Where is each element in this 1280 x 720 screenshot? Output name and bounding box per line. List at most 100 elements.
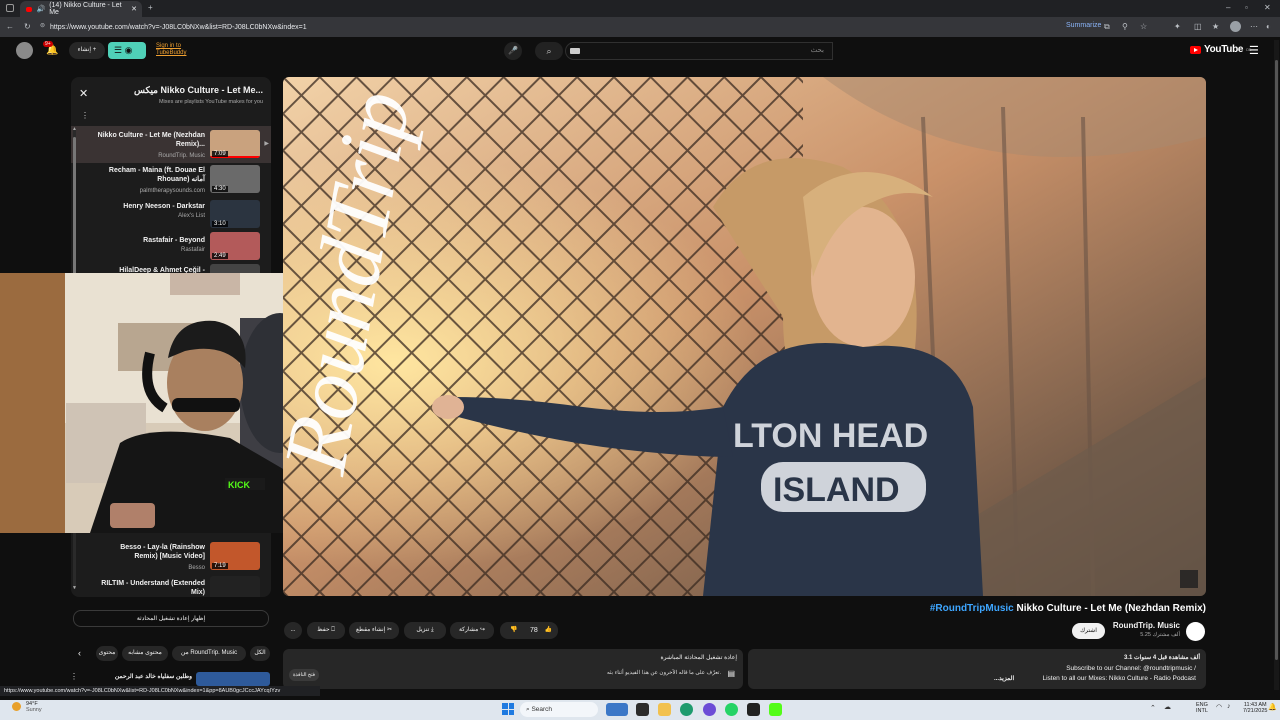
network-icon[interactable]: ☁ xyxy=(1164,703,1171,711)
whatsapp-icon[interactable] xyxy=(725,703,738,716)
chip-all[interactable]: الكل xyxy=(250,646,270,661)
chip-similar[interactable]: محتوى مشابه xyxy=(122,646,168,661)
language-indicator[interactable]: ENG INTL xyxy=(1196,702,1208,714)
playlist-item[interactable]: 4:30 Recham - Maina (ft. Douae El Rhouan… xyxy=(71,165,271,197)
bookmark-star-icon[interactable]: ☆ xyxy=(1140,20,1147,33)
edge-browser-icon[interactable] xyxy=(680,703,693,716)
speaker-icon[interactable]: 🔊 xyxy=(36,5,45,13)
like-icon[interactable]: 👍 xyxy=(545,622,552,639)
account-avatar[interactable] xyxy=(16,42,33,59)
favorites-icon[interactable]: ★ xyxy=(1212,20,1219,33)
browser-tab[interactable]: 🔊 (14) Nikko Culture - Let Me ✕ xyxy=(20,1,142,17)
clock[interactable]: 11:43 AM 7/21/2025 xyxy=(1243,702,1267,714)
hashtag-link[interactable]: #RoundTripMusic xyxy=(930,603,1014,614)
clip-button[interactable]: إنشاء مقطع ✂ xyxy=(349,622,399,639)
close-tab-icon[interactable]: ✕ xyxy=(131,5,137,13)
system-tray-chevron-icon[interactable]: ⌃ xyxy=(1150,704,1156,712)
download-button[interactable]: تنزيل ⤓ xyxy=(404,622,446,639)
chip-from-channel[interactable]: من RoundTrip. Music xyxy=(172,646,246,661)
show-chat-replay-button[interactable]: إظهار إعادة تشغيل المحادثة xyxy=(73,610,269,627)
create-label: إنشاء xyxy=(77,47,92,53)
reload-icon[interactable]: ↻ xyxy=(24,20,31,33)
dislike-icon[interactable]: 👎 xyxy=(510,622,517,639)
close-window-icon[interactable]: ✕ xyxy=(1264,1,1271,14)
signin-line2: TubeBuddy xyxy=(156,50,187,56)
show-more-link[interactable]: ...المزيد xyxy=(994,675,1014,682)
url-field[interactable]: https://www.youtube.com/watch?v=-J08LC0b… xyxy=(50,21,1100,34)
youtube-logo-text: YouTube xyxy=(1204,44,1244,55)
subscribe-button[interactable]: اشترك xyxy=(1072,623,1105,639)
profile-avatar[interactable] xyxy=(1230,21,1241,32)
recommended-title[interactable]: وطلبن سفلياه خالد عبد الرحمن xyxy=(90,673,192,680)
voice-search-button[interactable]: 🎤 xyxy=(504,42,522,60)
minimize-icon[interactable]: – xyxy=(1226,1,1230,14)
obs-icon[interactable] xyxy=(747,703,760,716)
live-chat-replay-box: إعادة تشغيل المحادثة المباشرة ▤ تعرّف عل… xyxy=(283,649,743,689)
browser-tab-bar: 🔊 (14) Nikko Culture - Let Me ✕ + – ▫ ✕ xyxy=(0,0,1280,17)
new-tab-icon[interactable]: + xyxy=(148,1,153,14)
tab-actions-icon[interactable] xyxy=(6,4,14,12)
weather-desc: Sunny xyxy=(26,707,42,713)
status-bar-url: https://www.youtube.com/watch?v=-J08LC0b… xyxy=(0,686,320,696)
youtube-favicon-icon xyxy=(26,6,33,12)
share-button[interactable]: مشاركة ↪ xyxy=(450,622,494,639)
recommended-more-icon[interactable]: ⋮ xyxy=(70,672,78,681)
close-playlist-icon[interactable]: ✕ xyxy=(79,87,88,100)
playlist-item-title: Rastafair - Beyond xyxy=(143,237,205,244)
extensions-icon[interactable]: ✦ xyxy=(1174,20,1181,33)
save-button[interactable]: حفظ ⎕ xyxy=(307,622,345,639)
search-button[interactable]: ⌕ xyxy=(535,42,563,60)
channel-avatar[interactable] xyxy=(1186,622,1205,641)
download-label: تنزيل xyxy=(416,627,430,633)
widgets-icon[interactable] xyxy=(606,703,628,716)
file-explorer-icon[interactable] xyxy=(658,703,671,716)
keyboard-icon[interactable] xyxy=(570,48,580,54)
wifi-icon[interactable]: ◠ xyxy=(1216,703,1222,711)
video-player[interactable]: LTON HEAD ISLAND RoundTrip xyxy=(283,77,1206,596)
maximize-icon[interactable]: ▫ xyxy=(1245,1,1248,14)
extension-icon[interactable]: ⧉ xyxy=(1104,20,1110,33)
kick-app-icon[interactable] xyxy=(769,703,782,716)
create-button[interactable]: إنشاء + xyxy=(69,42,105,59)
playlist-item[interactable]: RILTIM - Understand (Extended Mix) xyxy=(71,576,271,597)
playlist-more-icon[interactable]: ⋮ xyxy=(81,111,89,120)
messenger-icon[interactable] xyxy=(703,703,716,716)
taskbar-search[interactable]: ⌕ Search xyxy=(520,702,598,717)
open-panel-button[interactable]: فتح النافذة xyxy=(289,669,319,681)
volume-icon[interactable]: ♪ xyxy=(1227,703,1231,710)
menu-dots-icon[interactable]: ⋯ xyxy=(1250,20,1258,33)
back-icon[interactable]: ← xyxy=(6,20,14,33)
recommended-thumbnail[interactable] xyxy=(196,672,270,686)
tubebuddy-signin-link[interactable]: Sign in to TubeBuddy xyxy=(156,43,186,57)
chevron-left-icon[interactable]: ‹ xyxy=(78,648,81,658)
like-dislike-group: 👎 78 👍 xyxy=(500,622,558,639)
download-icon: ⤓ xyxy=(431,627,434,633)
guide-menu-icon[interactable]: ☰ xyxy=(1249,44,1259,57)
youtube-play-logo-icon xyxy=(1190,45,1201,54)
playlist-item[interactable]: 7:09 Nikko Culture - Let Me (Nezhdan Rem… xyxy=(71,130,271,162)
notifications-icon[interactable]: 🔔 xyxy=(1268,703,1277,711)
playlist-item[interactable]: 7:19 Besso - Lay-la (Rainshow Remix) [Mu… xyxy=(71,542,271,574)
site-info-icon[interactable]: ⊜ xyxy=(40,20,45,33)
sidebar-icon[interactable]: ◫ xyxy=(1194,20,1202,33)
copilot-icon[interactable]: ◐ xyxy=(1266,20,1271,33)
search-input[interactable]: بحث xyxy=(565,42,833,60)
duration-badge: 2:49 xyxy=(212,253,228,259)
description-box[interactable]: 3.1 ألف مشاهدة قبل 4 سنوات Subscribe to … xyxy=(748,649,1206,689)
subscriber-count: 5.25 ألف مشترك xyxy=(1140,632,1180,638)
chip-watched[interactable]: محتوى xyxy=(96,646,118,661)
more-actions-button[interactable]: ... xyxy=(284,622,302,639)
weather-widget[interactable]: 94°F Sunny xyxy=(26,701,42,713)
task-view-icon[interactable] xyxy=(636,703,649,716)
youtube-logo[interactable]: YouTube DE xyxy=(1190,44,1251,55)
notification-count-badge: 9+ xyxy=(43,41,53,47)
playlist-item[interactable]: 3:10 Henry Neeson - Darkstar Alex's List xyxy=(71,200,271,232)
translate-icon[interactable]: ⚲ xyxy=(1122,20,1128,33)
tubebuddy-button[interactable]: ☰ ◉ xyxy=(108,42,146,59)
page-scrollbar-thumb[interactable] xyxy=(1275,60,1278,660)
weather-sun-icon[interactable] xyxy=(12,702,21,711)
taskbar-search-label: Search xyxy=(531,706,553,713)
duration-badge: 7:19 xyxy=(212,563,228,569)
playlist-item[interactable]: 2:49 Rastafair - Beyond Rastafair xyxy=(71,232,271,264)
windows-start-icon[interactable] xyxy=(502,703,514,715)
